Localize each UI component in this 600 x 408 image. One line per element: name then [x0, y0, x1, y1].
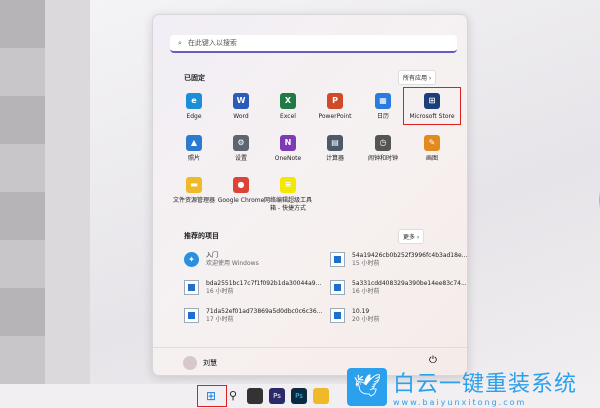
item-name: 10.19 [352, 308, 370, 315]
item-time: 20 小时前 [352, 316, 380, 323]
recommended-item[interactable]: 5a331cdd408329a390be14ee83c74... 16 小时前 [330, 280, 467, 296]
pinned-app[interactable]: ● Google Chrome [217, 177, 265, 205]
app-label: Edge [186, 113, 202, 120]
item-time: 16 小时前 [206, 288, 234, 295]
image-file-icon [184, 308, 199, 323]
app-label: 日历 [376, 113, 389, 120]
highlight-box-start [197, 385, 227, 407]
pinned-app[interactable]: ▦ 日历 [359, 93, 407, 121]
pinned-app[interactable]: W Word [217, 93, 265, 121]
app-icon: ▦ [375, 93, 391, 109]
pinned-app[interactable]: ✎ 画图 [408, 135, 456, 163]
app-icon: ▲ [186, 135, 202, 151]
app-icon: ▬ [186, 177, 202, 193]
item-time: 17 小时前 [206, 316, 234, 323]
watermark-logo: 🕊 白云一键重装系统 www.baiyunxitong.com [347, 366, 577, 407]
app-label: PowerPoint [318, 113, 352, 120]
item-name: 54a19426cb0b252f3996fc4b3ad18e... [352, 252, 468, 259]
app-icon: ● [233, 177, 249, 193]
pinned-app[interactable]: ⚙ 设置 [217, 135, 265, 163]
avatar [183, 356, 197, 370]
item-name: 5a331cdd408329a390be14ee83c74... [352, 280, 467, 287]
pinned-app[interactable]: e Edge [170, 93, 218, 121]
bird-icon: 🕊 [347, 367, 387, 406]
search-icon[interactable]: ⚲ [225, 388, 241, 404]
more-button[interactable]: 更多 › [398, 229, 425, 244]
app-label: 文件资源管理器 [172, 197, 215, 204]
recommended-title: 推荐的项目 [184, 232, 219, 240]
blurred-desktop-region [0, 0, 90, 384]
image-file-icon [330, 252, 345, 267]
pinned-app[interactable]: X Excel [264, 93, 312, 121]
item-time: 15 小时前 [352, 260, 380, 267]
recommended-item[interactable]: 71da52ef01ad73869a5d0dbc0c6c36... 17 小时前 [184, 308, 322, 324]
footer-divider [153, 347, 467, 348]
item-time: 16 小时前 [352, 288, 380, 295]
pinned-app[interactable]: N OneNote [264, 135, 312, 163]
image-file-icon [330, 308, 345, 323]
app-label: Word [233, 113, 249, 120]
pinned-app[interactable]: ≡ 网络编辑超级工具箱 - 快捷方式 [264, 177, 312, 213]
pinned-app[interactable]: ▲ 照片 [170, 135, 218, 163]
app-label: 照片 [187, 155, 200, 162]
search-icon: ⌕ [178, 38, 182, 47]
app-icon: P [327, 93, 343, 109]
all-apps-button[interactable]: 所有应用 › [398, 70, 437, 85]
recommended-item[interactable]: 54a19426cb0b252f3996fc4b3ad18e... 15 小时前 [330, 252, 467, 268]
recommended-item[interactable]: ✦ 入门 欢迎使用 Windows [184, 252, 259, 268]
item-time: 欢迎使用 Windows [206, 260, 259, 267]
app-label: Excel [280, 113, 296, 120]
pinned-app[interactable]: ▤ 计算器 [311, 135, 359, 163]
app-icon: ≡ [280, 177, 296, 193]
app-label: 设置 [234, 155, 247, 162]
get-started-icon: ✦ [184, 252, 199, 267]
task-view-icon[interactable] [247, 388, 263, 404]
highlight-box [403, 87, 461, 125]
app-label: Google Chrome [217, 197, 265, 204]
app-icon: ⚙ [233, 135, 249, 151]
app-label: 网络编辑超级工具箱 - 快捷方式 [264, 197, 313, 212]
app-icon: W [233, 93, 249, 109]
app-label: 计算器 [325, 155, 344, 162]
recommended-item[interactable]: 10.19 20 小时前 [330, 308, 380, 324]
recommended-item[interactable]: bda2551bc17c7f1f092b1da30044a9... 16 小时前 [184, 280, 321, 296]
search-input[interactable]: ⌕ 在此键入以搜索 [170, 35, 457, 53]
image-file-icon [184, 280, 199, 295]
item-name: 入门 [206, 252, 219, 259]
app-icon: ✎ [424, 135, 440, 151]
file-explorer-icon[interactable] [313, 388, 329, 404]
app-label: OneNote [274, 155, 302, 162]
start-menu: ⌕ 在此键入以搜索 已固定 所有应用 › e Edge W Word X Excel P Pow… [152, 14, 468, 376]
pinned-app[interactable]: ▬ 文件资源管理器 [170, 177, 218, 205]
app-icon: ◷ [375, 135, 391, 151]
photoshop-icon[interactable]: Ps [269, 388, 285, 404]
power-icon[interactable]: ⏻ [429, 355, 437, 366]
image-file-icon [330, 280, 345, 295]
user-account[interactable]: 刘慧 [183, 356, 217, 370]
app-icon: X [280, 93, 296, 109]
app-icon: ▤ [327, 135, 343, 151]
item-name: 71da52ef01ad73869a5d0dbc0c6c36... [206, 308, 323, 315]
app-label: 闹钟和时钟 [367, 155, 398, 162]
app-icon: N [280, 135, 296, 151]
photoshop-icon-2[interactable]: Ps [291, 388, 307, 404]
app-label: 画图 [425, 155, 438, 162]
item-name: bda2551bc17c7f1f092b1da30044a9... [206, 280, 322, 287]
app-icon: e [186, 93, 202, 109]
pinned-title: 已固定 [184, 74, 205, 82]
pinned-app[interactable]: P PowerPoint [311, 93, 359, 121]
pinned-app[interactable]: ◷ 闹钟和时钟 [359, 135, 407, 163]
